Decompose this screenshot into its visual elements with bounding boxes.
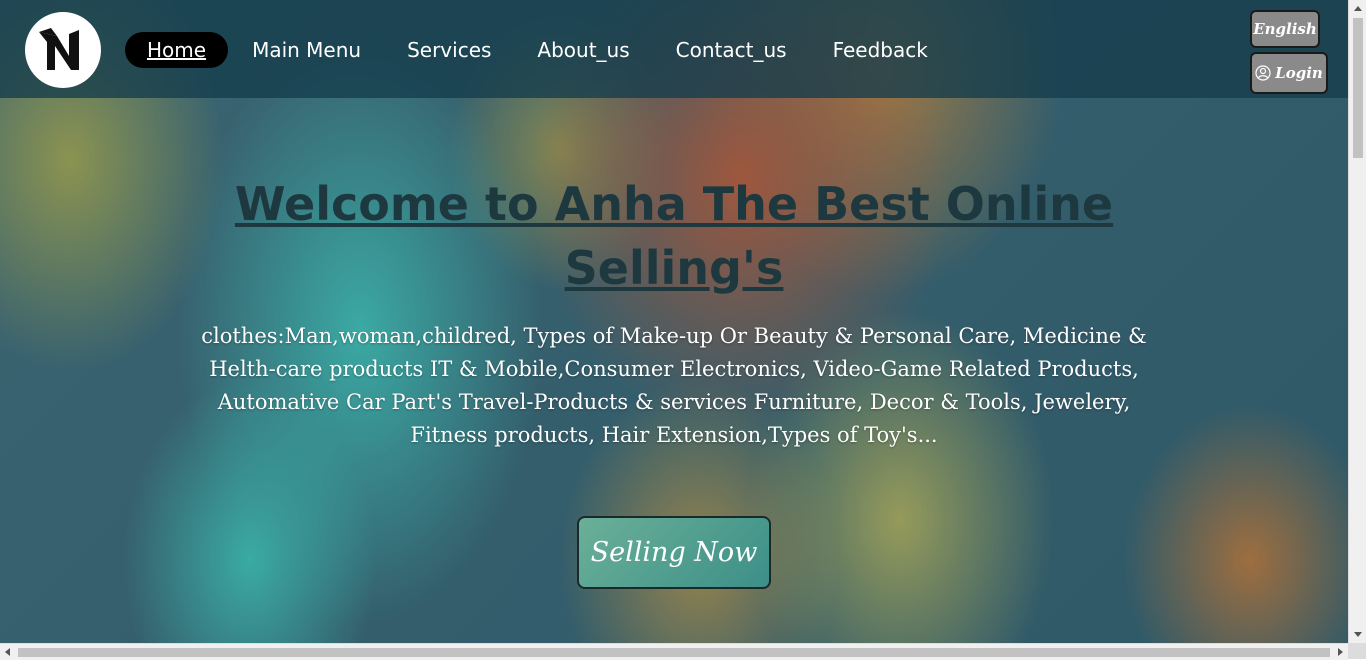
hero-title: Welcome to Anha The Best Online Selling'… [234,177,1114,295]
nav-services[interactable]: Services [385,32,513,68]
nav-feedback[interactable]: Feedback [811,32,950,68]
nav-about-us[interactable]: About_us [515,32,651,68]
vertical-scrollbar[interactable] [1348,0,1366,643]
language-label: English [1253,20,1317,38]
user-circle-icon [1255,65,1271,81]
scroll-up-icon[interactable] [1354,6,1362,11]
nav-contact-us[interactable]: Contact_us [654,32,809,68]
hero-description: clothes:Man,woman,childred, Types of Mak… [201,324,1147,447]
horizontal-scroll-thumb[interactable] [18,648,1330,657]
language-button[interactable]: English [1250,10,1320,48]
vertical-scroll-thumb[interactable] [1353,18,1363,158]
nav-home[interactable]: Home [125,32,229,68]
login-button[interactable]: Login [1250,52,1328,94]
logo-icon[interactable] [25,12,101,88]
page-viewport: Home Main Menu Services About_us Contact… [0,0,1348,643]
scrollbar-corner [1348,643,1366,659]
nav-main-menu[interactable]: Main Menu [230,32,383,68]
cta-label: Selling Now [590,537,758,568]
navbar: Home Main Menu Services About_us Contact… [0,0,1348,98]
main-nav: Home Main Menu Services About_us Contact… [125,32,952,68]
scroll-right-icon[interactable] [1338,648,1343,656]
scroll-down-icon[interactable] [1354,632,1362,637]
selling-now-button[interactable]: Selling Now [577,516,771,589]
horizontal-scrollbar[interactable] [0,643,1348,660]
login-label: Login [1275,64,1323,82]
scroll-left-icon[interactable] [5,648,10,656]
